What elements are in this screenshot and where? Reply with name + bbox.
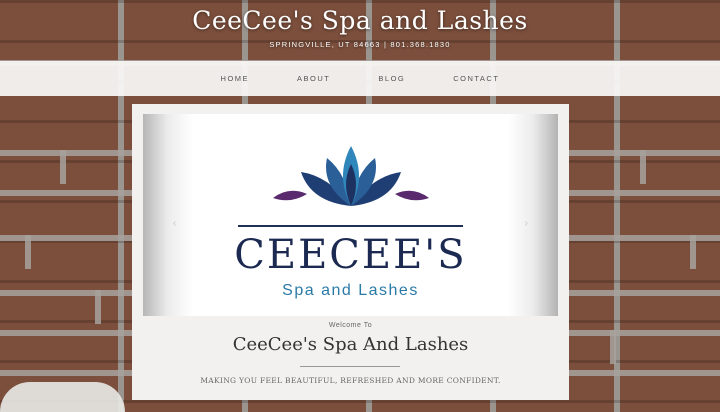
nav-item-contact[interactable]: CONTACT bbox=[453, 74, 499, 83]
logo-subtitle: Spa and Lashes bbox=[282, 282, 419, 299]
mortar-joint bbox=[25, 235, 31, 269]
slider-next-arrow[interactable]: › bbox=[525, 218, 528, 229]
welcome-label: Welcome To bbox=[328, 322, 373, 329]
main-navigation: HOME ABOUT BLOG CONTACT bbox=[0, 61, 720, 96]
lotus-icon bbox=[273, 146, 429, 206]
nav-item-blog[interactable]: BLOG bbox=[378, 74, 405, 83]
mortar-joint bbox=[95, 290, 101, 324]
image-slider[interactable]: ‹ › CEECEE'S Spa and Lashes bbox=[143, 114, 558, 316]
logo-wordmark: CEECEE'S bbox=[234, 232, 467, 278]
mortar-joint bbox=[60, 150, 66, 184]
site-contact-info: SPRINGVILLE, UT 84663 | 801.368.1830 bbox=[269, 40, 451, 49]
site-header: CeeCee's Spa and Lashes SPRINGVILLE, UT … bbox=[0, 0, 720, 60]
nav-item-about[interactable]: ABOUT bbox=[297, 74, 330, 83]
content-card: ‹ › CEECEE'S Spa and Lashes Welcome To C… bbox=[132, 104, 569, 400]
logo-divider bbox=[238, 225, 463, 227]
tagline: MAKING YOU FEEL BEAUTIFUL, REFRESHED AND… bbox=[200, 376, 501, 385]
decorative-bowl bbox=[0, 382, 125, 412]
mortar-joint bbox=[690, 235, 696, 269]
site-title[interactable]: CeeCee's Spa and Lashes bbox=[0, 6, 720, 35]
mortar-joint bbox=[640, 150, 646, 184]
slider-prev-arrow[interactable]: ‹ bbox=[173, 218, 176, 229]
nav-item-home[interactable]: HOME bbox=[221, 74, 250, 83]
mortar-joint bbox=[610, 330, 616, 364]
heading-divider bbox=[300, 366, 400, 367]
page-heading: CeeCee's Spa And Lashes bbox=[232, 334, 469, 355]
